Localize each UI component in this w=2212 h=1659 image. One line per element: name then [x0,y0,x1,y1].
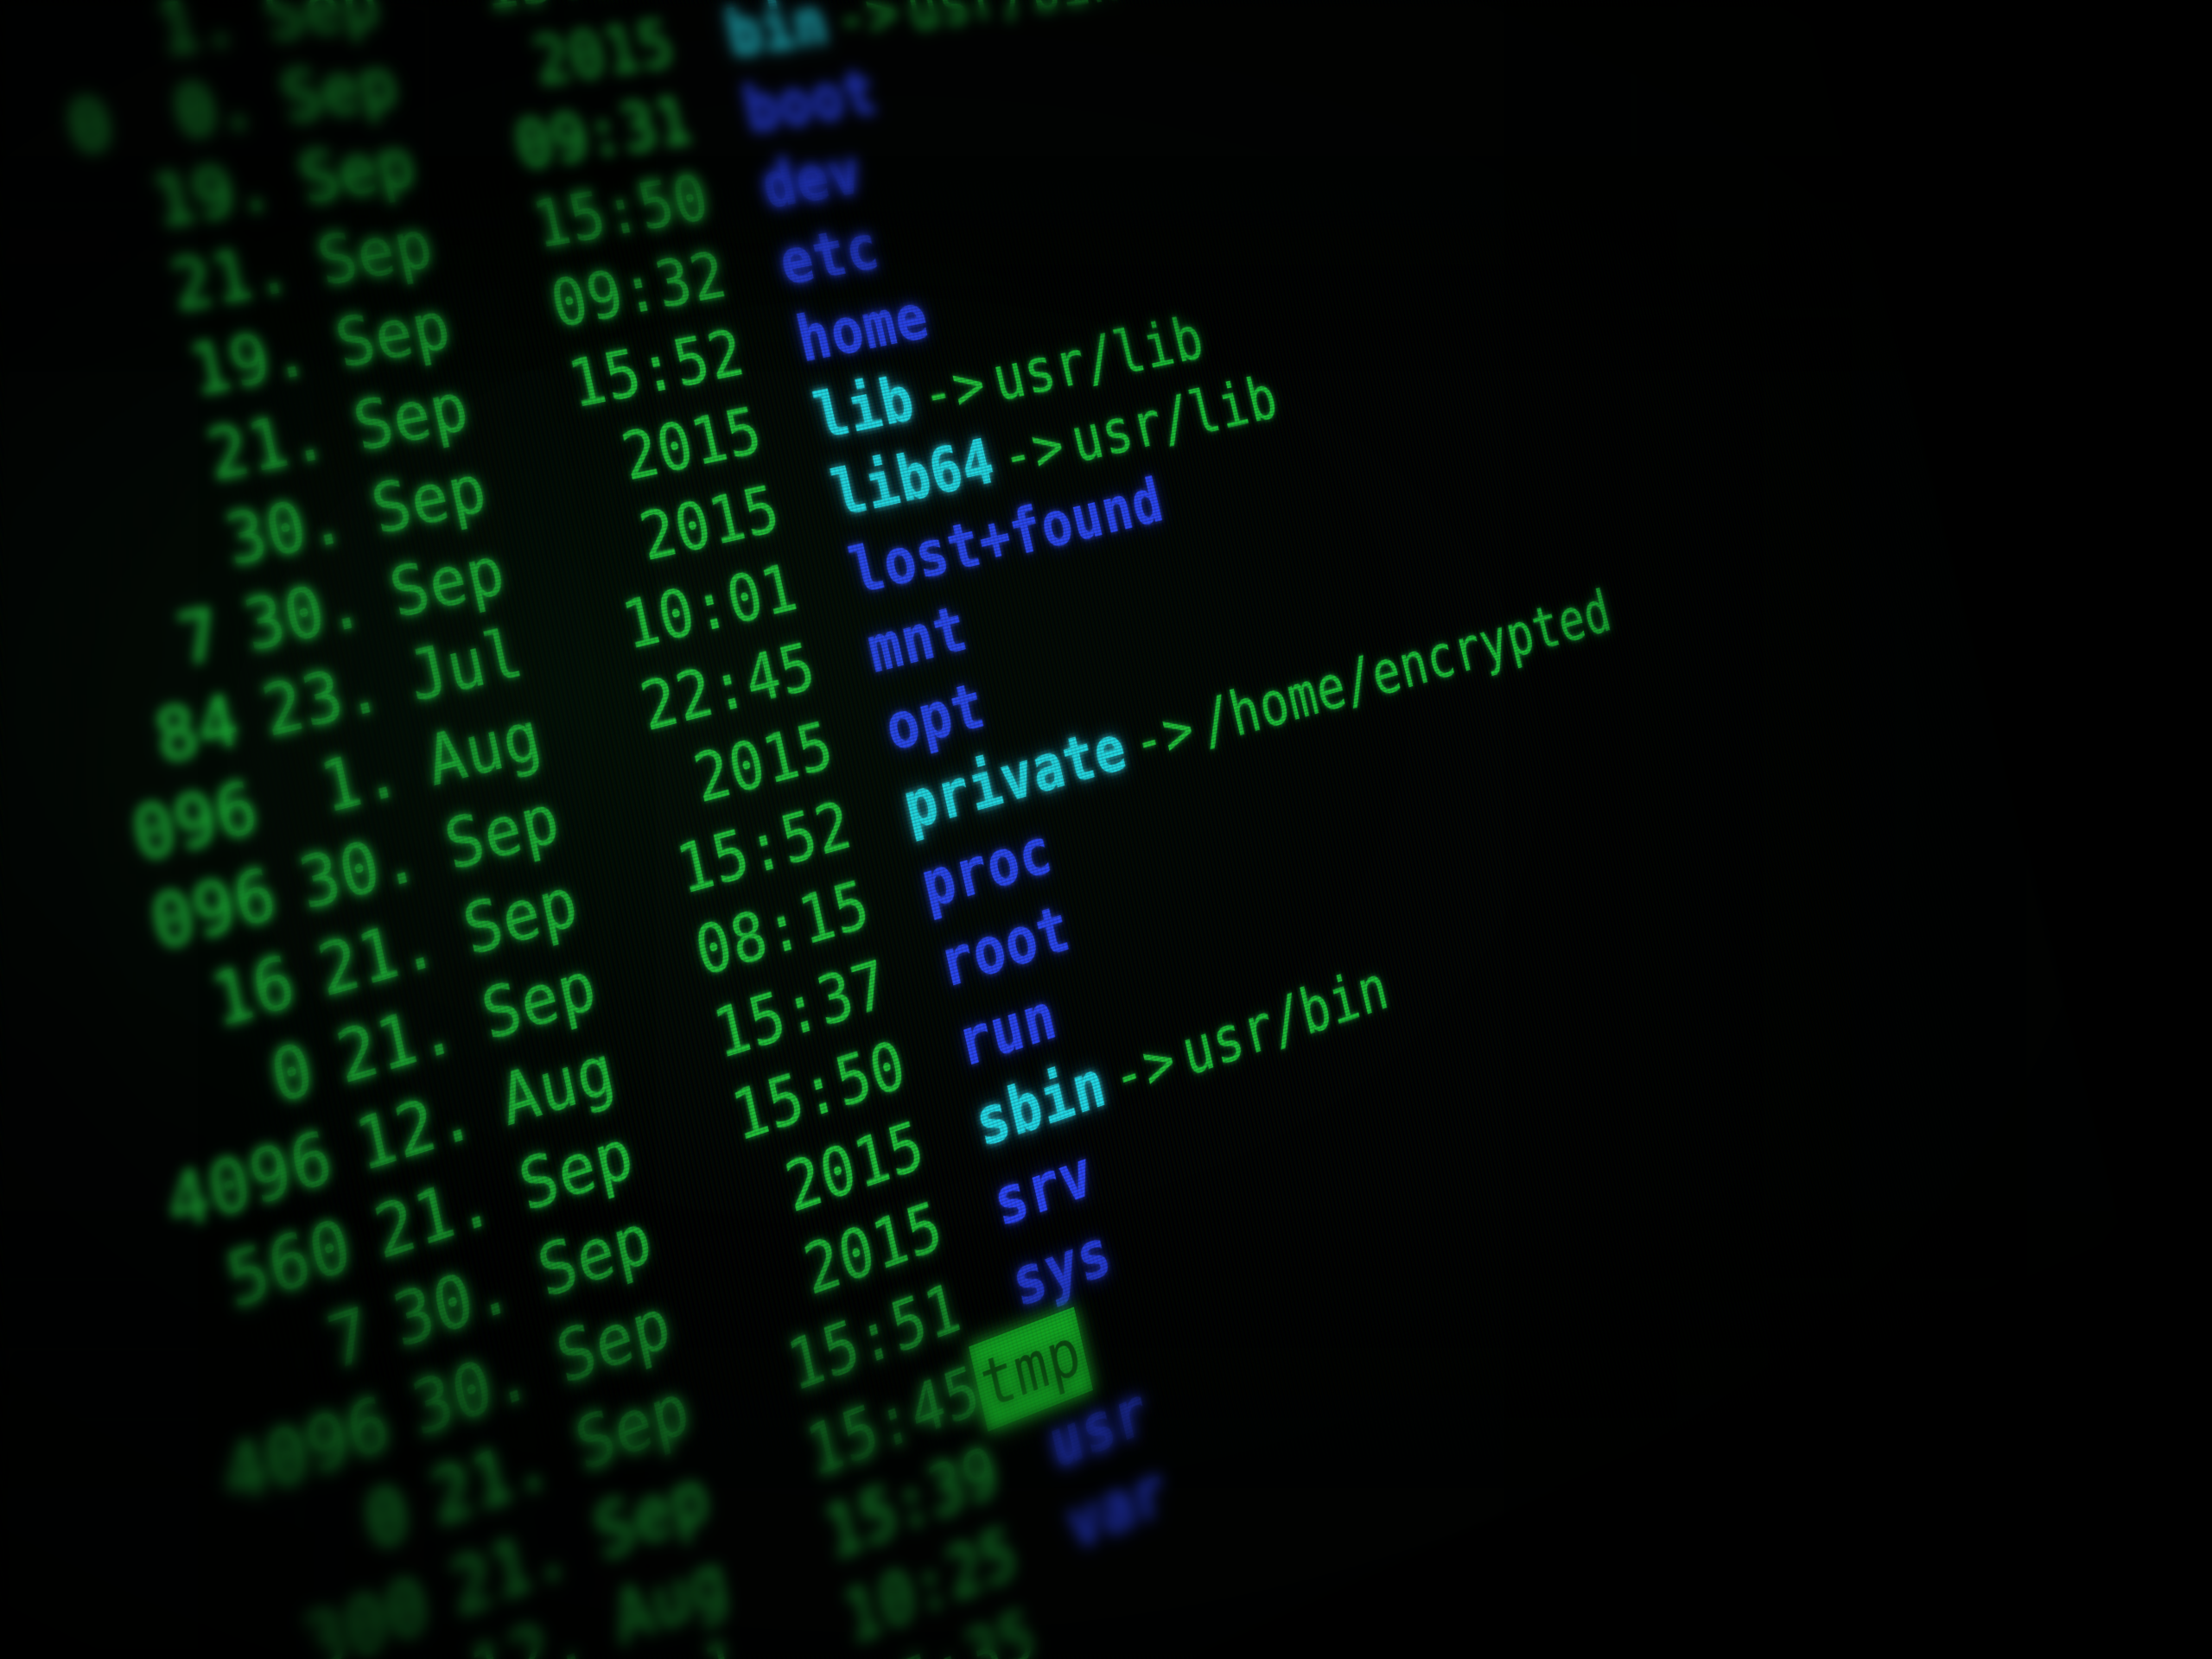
entry-name[interactable] [1039,1631,1093,1656]
symlink-arrow-icon: -> [913,348,994,431]
symlink-arrow-icon: -> [994,410,1072,493]
symlink-arrow-icon: -> [827,0,906,54]
terminal-listing: Sep15:53.1.Sep15:53..00.Sep2015bin->usr/… [0,0,1789,1659]
macro-photograph-of-monitor: Sep15:53.1.Sep15:53..00.Sep2015bin->usr/… [0,0,2212,1659]
monitor-screen: Sep15:53.1.Sep15:53..00.Sep2015bin->usr/… [0,0,2126,1659]
